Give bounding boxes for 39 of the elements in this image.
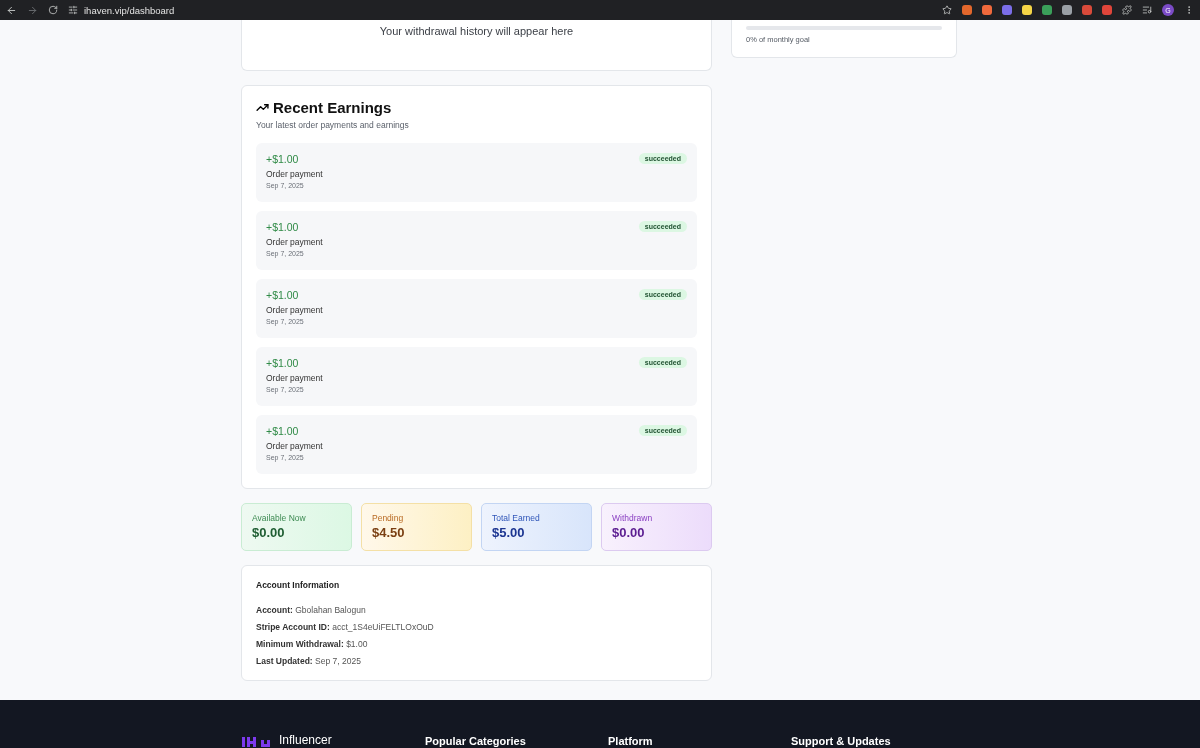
account-field: Last Updated: Sep 7, 2025: [256, 656, 697, 666]
card-title: Account Information: [256, 580, 341, 590]
address-bar[interactable]: ihaven.vip/dashboard: [84, 4, 175, 16]
trending-up-icon: [256, 101, 269, 114]
earning-description: Order payment: [266, 237, 323, 247]
account-field: Account: Gbolahan Balogun: [256, 605, 697, 615]
footer-heading: Platform: [608, 735, 654, 747]
logo-text: Influencer: [279, 733, 332, 747]
earning-amount: +$1.00: [266, 289, 300, 301]
earning-description: Order payment: [266, 373, 323, 383]
stat-label: Pending: [372, 513, 405, 523]
stat-value: $4.50: [372, 525, 406, 540]
site-settings-icon[interactable]: [68, 5, 78, 15]
stat-label: Withdrawn: [612, 513, 654, 523]
stat-label: Total Earned: [492, 513, 541, 523]
earning-amount: +$1.00: [266, 153, 300, 165]
earning-description: Order payment: [266, 305, 323, 315]
account-field: Stripe Account ID: acct_1S4eUiFELTLOxOuD: [256, 622, 697, 632]
extensions-icon[interactable]: [1122, 5, 1132, 15]
back-icon[interactable]: [6, 4, 17, 16]
earning-amount: +$1.00: [266, 357, 300, 369]
stat-value: $0.00: [252, 525, 286, 540]
earning-description: Order payment: [266, 169, 323, 179]
footer-heading: Support & Updates: [791, 735, 892, 747]
section-title: Recent Earnings: [273, 99, 392, 116]
forward-icon[interactable]: [27, 4, 38, 16]
account-field: Minimum Withdrawal: $1.00: [256, 639, 697, 649]
bookmark-star-icon[interactable]: [942, 5, 952, 15]
footer-heading: Popular Categories: [425, 735, 527, 747]
stat-value: $5.00: [492, 525, 526, 540]
stat-value: $0.00: [612, 525, 646, 540]
media-icon[interactable]: [1142, 5, 1152, 15]
reload-icon[interactable]: [48, 5, 58, 15]
earning-amount: +$1.00: [266, 425, 300, 437]
earning-description: Order payment: [266, 441, 323, 451]
stat-label: Available Now: [252, 513, 307, 523]
earning-amount: +$1.00: [266, 221, 300, 233]
empty-state-text: Your withdrawal history will appear here: [379, 25, 574, 39]
section-subtitle: Your latest order payments and earnings: [256, 120, 410, 130]
